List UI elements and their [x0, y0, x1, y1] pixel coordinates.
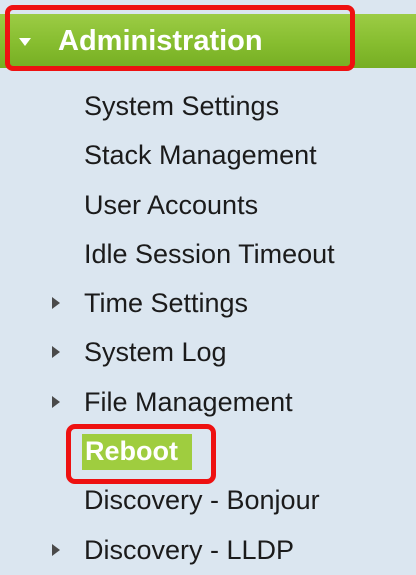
menu-item-label: Discovery - LLDP [84, 534, 295, 565]
menu-item-discovery-bonjour[interactable]: Discovery - Bonjour [0, 476, 416, 525]
menu-item-label: Time Settings [84, 288, 249, 319]
menu-item-time-settings[interactable]: Time Settings [0, 279, 416, 328]
menu-item-label: Stack Management [84, 140, 317, 171]
triangle-right-icon[interactable] [52, 346, 60, 359]
triangle-right-icon[interactable] [52, 297, 60, 310]
menu-item-label: Discovery - Bonjour [84, 485, 320, 516]
menu-item-stack-management[interactable]: Stack Management [0, 131, 416, 180]
menu-item-idle-session-timeout[interactable]: Idle Session Timeout [0, 230, 416, 279]
menu-item-user-accounts[interactable]: User Accounts [0, 181, 416, 230]
menu-item-reboot[interactable]: Reboot [0, 424, 416, 485]
admin-section-header[interactable]: Administration [0, 0, 416, 82]
menu-item-label: User Accounts [84, 189, 259, 220]
red-highlight-box [5, 5, 355, 71]
menu-item-system-log[interactable]: System Log [0, 328, 416, 377]
menu-item-discovery-lldp[interactable]: Discovery - LLDP [0, 526, 416, 575]
menu-item-label: System Settings [84, 91, 280, 121]
menu-item-file-management[interactable]: File Management [0, 378, 416, 427]
admin-menu: System Settings Stack Management User Ac… [0, 82, 416, 575]
menu-item-label: File Management [84, 386, 293, 417]
triangle-right-icon[interactable] [52, 395, 60, 408]
menu-item-system-settings[interactable]: System Settings [0, 82, 416, 131]
menu-item-label: System Log [84, 337, 227, 368]
red-highlight-box [66, 424, 216, 485]
menu-item-label: Idle Session Timeout [84, 238, 335, 269]
